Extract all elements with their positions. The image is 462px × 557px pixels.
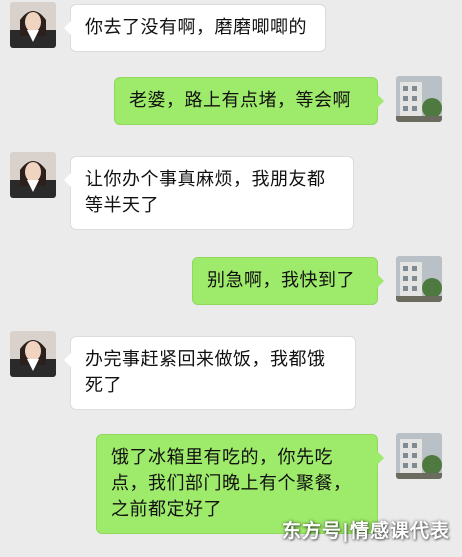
message-bubble-incoming: 办完事赶紧回来做饭，我都饿死了: [64, 336, 356, 410]
message-text: 老婆，路上有点堵，等会啊: [129, 90, 351, 111]
message-bubble-outgoing: 别急啊，我快到了: [192, 257, 384, 305]
contact-avatar[interactable]: [10, 2, 56, 48]
message-bubble-incoming: 让你办个事真麻烦，我朋友都等半天了: [64, 156, 354, 230]
message-bubble-incoming: 你去了没有啊，磨磨唧唧的: [64, 4, 326, 52]
self-avatar[interactable]: [396, 433, 442, 479]
message-text: 别急啊，我快到了: [207, 270, 355, 291]
message-text: 让你办个事真麻烦，我朋友都等半天了: [85, 169, 326, 216]
watermark-text: 东方号|情感课代表: [282, 520, 450, 542]
contact-avatar[interactable]: [10, 331, 56, 377]
message-bubble-outgoing: 老婆，路上有点堵，等会啊: [114, 77, 384, 125]
woman-avatar-icon: [10, 331, 56, 377]
self-avatar[interactable]: [396, 256, 442, 302]
woman-avatar-icon: [10, 2, 56, 48]
message-text: 你去了没有啊，磨磨唧唧的: [85, 17, 307, 38]
building-avatar-icon: [396, 76, 442, 122]
building-avatar-icon: [396, 256, 442, 302]
message-text: 饿了冰箱里有吃的，你先吃点，我们部门晚上有个聚餐，之前都定好了: [111, 447, 352, 520]
message-text: 办完事赶紧回来做饭，我都饿死了: [85, 349, 326, 396]
contact-avatar[interactable]: [10, 152, 56, 198]
woman-avatar-icon: [10, 152, 56, 198]
building-avatar-icon: [396, 433, 442, 479]
self-avatar[interactable]: [396, 76, 442, 122]
